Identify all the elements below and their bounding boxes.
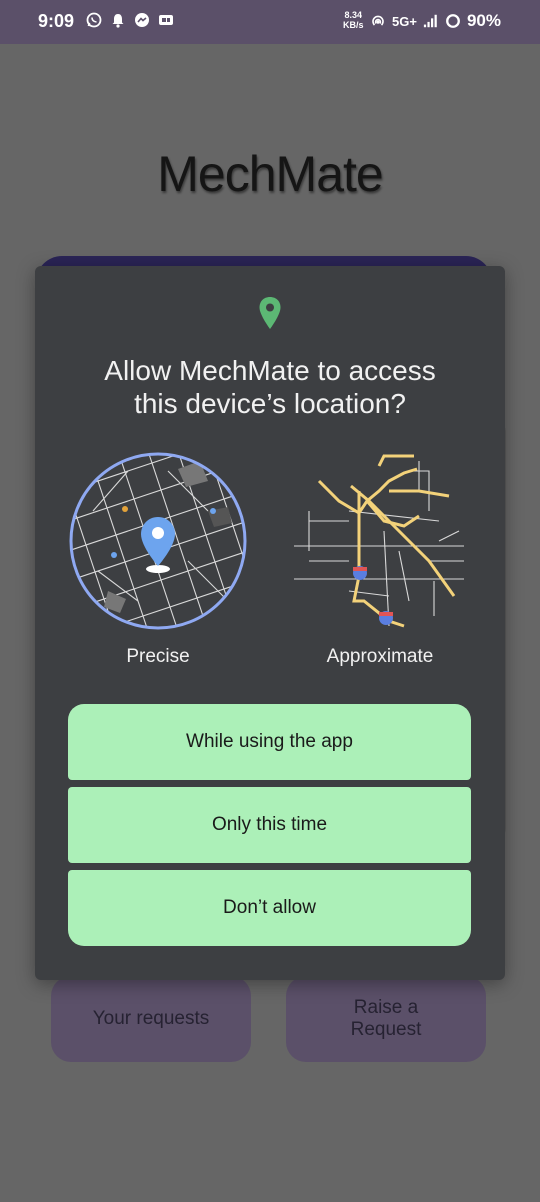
- approximate-location-map-icon[interactable]: [289, 451, 469, 631]
- notification-bell-icon: [110, 12, 126, 28]
- speed-value: 8.34: [344, 10, 363, 20]
- while-using-app-button[interactable]: While using the app: [68, 704, 471, 780]
- app-title: MechMate: [157, 146, 383, 202]
- status-system-icons: 5G+ 90%: [370, 11, 501, 31]
- your-requests-button[interactable]: Your requests: [51, 976, 251, 1062]
- battery-ring-icon: [445, 13, 461, 29]
- network-speed: 8.34 KB/s: [343, 10, 364, 30]
- dont-allow-button[interactable]: Don’t allow: [68, 870, 471, 946]
- status-notification-icons: [86, 12, 174, 28]
- precise-label: Precise: [126, 646, 190, 667]
- raise-request-button[interactable]: Raise a Request: [286, 976, 486, 1062]
- location-pin-icon: [259, 297, 281, 329]
- status-time: 9:09: [38, 11, 75, 31]
- sim-card-icon: [158, 12, 174, 28]
- approximate-label: Approximate: [326, 646, 434, 667]
- messenger-icon: [134, 12, 150, 28]
- only-this-time-button[interactable]: Only this time: [68, 787, 471, 863]
- precise-location-map-icon[interactable]: [68, 451, 248, 631]
- hotspot-icon: [370, 13, 386, 29]
- location-permission-dialog: Allow MechMate to access this device’s l…: [35, 266, 505, 980]
- network-type: 5G+: [392, 13, 417, 29]
- signal-icon: [423, 13, 439, 29]
- battery-level: 90%: [466, 11, 501, 30]
- dialog-title: Allow MechMate to access this device’s l…: [104, 355, 436, 419]
- whatsapp-icon: [86, 12, 102, 28]
- speed-unit: KB/s: [343, 20, 364, 30]
- status-bar: 9:09 8.34 KB/s 5G+ 90%: [0, 0, 540, 44]
